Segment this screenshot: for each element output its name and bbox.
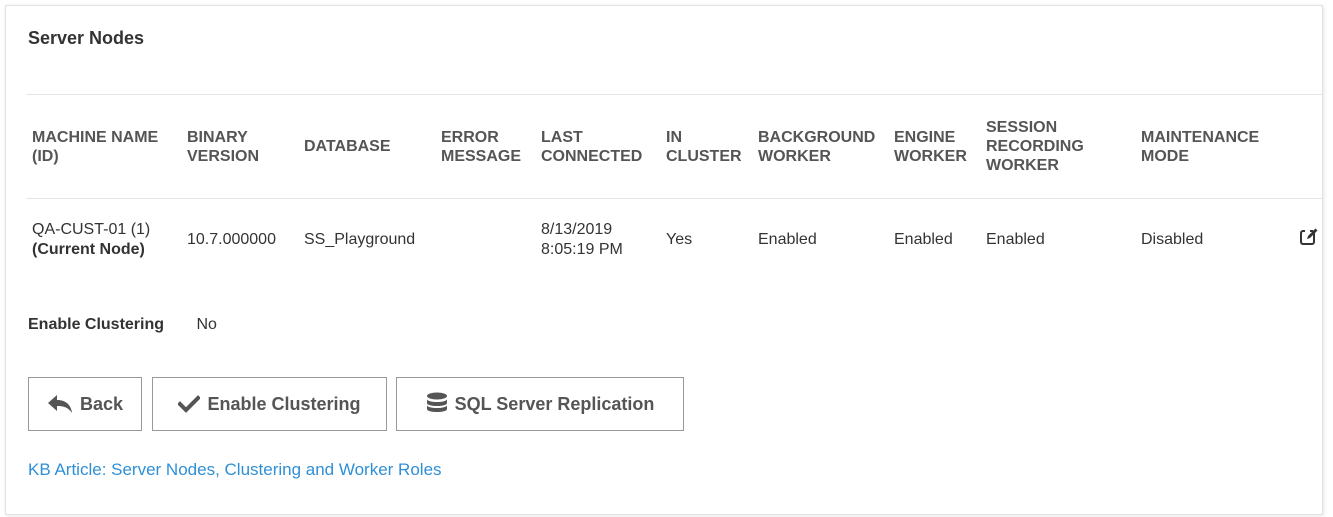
back-button[interactable]: Back [28,377,142,431]
col-actions [1273,94,1323,199]
cell-maintenance-mode: Disabled [1141,231,1204,248]
col-session-recording-worker: SESSION RECORDING WORKER [980,94,1135,199]
cell-in-cluster: Yes [666,231,693,248]
enable-clustering-setting: Enable Clustering No [28,316,217,334]
database-icon [426,392,447,412]
col-engine-worker: ENGINE WORKER [888,94,980,199]
cell-background-worker: Enabled [758,231,817,248]
edit-icon[interactable] [1299,227,1319,247]
col-error-message: ERROR MESSAGE [435,94,535,199]
cell-engine-worker: Enabled [894,231,953,248]
col-in-cluster: IN CLUSTER [660,94,752,199]
back-button-label: Back [79,393,124,414]
col-maintenance-mode: MAINTENANCE MODE [1135,94,1273,199]
enable-clustering-button-label: Enable Clustering [207,393,361,414]
col-background-worker: BACKGROUND WORKER [752,94,888,199]
last-connected-time: 8:05:19 PM [541,241,623,258]
cell-last-connected: 8/13/2019 8:05:19 PM [535,199,660,282]
enable-clustering-value: No [196,316,217,333]
sql-server-replication-button[interactable]: SQL Server Replication [396,377,684,431]
server-nodes-panel: Server Nodes MACHINE NAME (ID) BINARY VE… [5,5,1323,515]
current-node-tag: (Current Node) [32,241,145,258]
enable-clustering-button[interactable]: Enable Clustering [152,377,387,431]
enable-clustering-label: Enable Clustering [28,316,165,333]
col-binary-version: BINARY VERSION [181,94,298,199]
kb-article-link[interactable]: KB Article: Server Nodes, Clustering and… [28,460,442,480]
table-row: QA-CUST-01 (1) (Current Node) 10.7.00000… [26,199,1323,282]
cell-actions [1273,199,1323,282]
col-last-connected: LAST CONNECTED [535,94,660,199]
reply-arrow-icon [47,395,72,413]
cell-machine-name: QA-CUST-01 (1) (Current Node) [26,199,181,282]
col-database: DATABASE [298,94,435,199]
machine-name: QA-CUST-01 (1) [32,221,151,238]
last-connected-date: 8/13/2019 [541,221,613,238]
col-machine-name: MACHINE NAME (ID) [26,94,181,199]
cell-binary-version: 10.7.000000 [187,231,276,248]
table-header-row: MACHINE NAME (ID) BINARY VERSION DATABAS… [26,94,1323,199]
panel-title: Server Nodes [28,28,145,48]
cell-database: SS_Playground [304,231,416,248]
server-nodes-table: MACHINE NAME (ID) BINARY VERSION DATABAS… [26,94,1323,281]
checkmark-icon [178,395,201,413]
sql-server-replication-button-label: SQL Server Replication [454,393,655,414]
cell-session-recording-worker: Enabled [986,231,1045,248]
cell-error-message [435,199,535,282]
